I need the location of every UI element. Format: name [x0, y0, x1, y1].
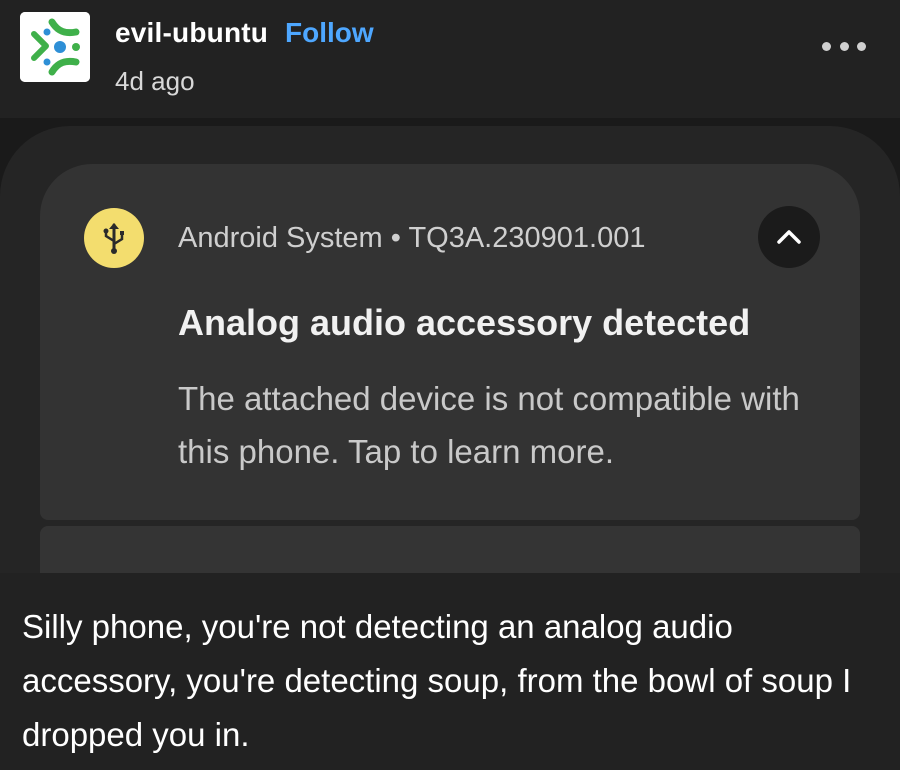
- dot: [822, 41, 831, 51]
- avatar[interactable]: [20, 12, 90, 82]
- next-notification-card: [40, 526, 860, 573]
- post-header: evil-ubuntu Follow 4d ago: [0, 0, 900, 118]
- usb-icon: [84, 208, 144, 268]
- notification-source: Android System • TQ3A.230901.001: [178, 222, 646, 254]
- post-timestamp: 4d ago: [115, 66, 195, 96]
- avatar-logo-icon: [20, 12, 90, 82]
- username[interactable]: evil-ubuntu: [115, 17, 268, 49]
- notification-body: The attached device is not compatible wi…: [178, 380, 800, 470]
- post-image[interactable]: [0, 118, 900, 573]
- dot: [839, 41, 849, 51]
- chevron-up-icon[interactable]: [758, 206, 820, 268]
- ellipsis-icon[interactable]: [822, 34, 866, 58]
- dot: [857, 41, 866, 51]
- follow-button[interactable]: Follow: [285, 17, 374, 49]
- post-caption: Silly phone, you're not detecting an ana…: [22, 608, 852, 753]
- notification-title: Analog audio accessory detected: [178, 302, 751, 343]
